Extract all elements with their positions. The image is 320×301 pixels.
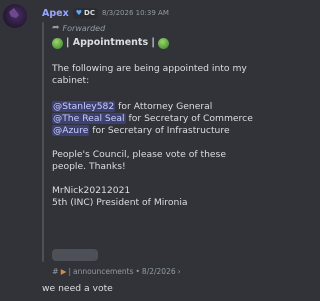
signature-title: 5th (INC) President of Mironia bbox=[52, 197, 188, 208]
forwarded-source[interactable]: # ▶ | announcements • 8/2/2026 › bbox=[52, 267, 181, 276]
user-avatar[interactable] bbox=[3, 4, 27, 28]
reply-message-text: we need a vote bbox=[42, 283, 113, 294]
heart-icon: ♥ bbox=[75, 9, 83, 17]
appointment-line: @The Real Seal for Secretary of Commerce bbox=[52, 113, 253, 125]
megaphone-icon: ▶ bbox=[60, 267, 67, 276]
signature: MrNick20212021 5th (INC) President of Mi… bbox=[52, 185, 250, 209]
forward-arrow-icon: ➦ bbox=[52, 23, 60, 33]
server-tag-label: DC bbox=[84, 9, 95, 17]
source-channel[interactable]: announcements bbox=[73, 267, 133, 276]
globe-icon bbox=[52, 37, 63, 49]
source-separator: | bbox=[68, 267, 72, 276]
hash-icon: # bbox=[52, 267, 59, 276]
appointment-line: @Stanley582 for Attorney General bbox=[52, 101, 250, 113]
mention-stanley582[interactable]: @Stanley582 bbox=[52, 101, 116, 112]
call-to-vote-text: People's Council, please vote of these p… bbox=[52, 149, 226, 172]
intro-text: The following are being appointed into m… bbox=[52, 63, 247, 86]
username[interactable]: Apex bbox=[42, 8, 69, 19]
mention-the-real-seal[interactable]: @The Real Seal bbox=[52, 113, 126, 124]
appointment-line: @Azure for Secretary of Infrastructure bbox=[52, 125, 250, 137]
forwarded-quote-bar bbox=[42, 22, 44, 262]
timestamp: 8/3/2026 10:39 AM bbox=[101, 9, 169, 17]
appointment-role: for Secretary of Infrastructure bbox=[89, 125, 230, 136]
globe-icon bbox=[157, 37, 169, 49]
appointment-role: for Secretary of Commerce bbox=[125, 113, 253, 124]
source-date: 8/2/2026 bbox=[141, 267, 176, 276]
mention-azure[interactable]: @Azure bbox=[52, 125, 90, 136]
appointments-list: @Stanley582 for Attorney General @The Re… bbox=[52, 101, 253, 137]
forwarded-message-content: | Appointments | The following are being… bbox=[52, 37, 253, 209]
forwarded-label: ➦ Forwarded bbox=[52, 23, 105, 33]
appointments-title: | Appointments | bbox=[52, 37, 250, 49]
chevron-right-icon: › bbox=[177, 267, 181, 276]
forwarded-text: Forwarded bbox=[62, 23, 106, 33]
server-tag[interactable]: ♥ DC bbox=[72, 7, 98, 19]
appointments-title-text: | Appointments | bbox=[66, 37, 155, 48]
signature-name: MrNick20212021 bbox=[52, 185, 131, 196]
source-dot: • bbox=[135, 267, 140, 276]
message-header: Apex ♥ DC 8/3/2026 10:39 AM bbox=[42, 6, 169, 20]
hidden-spoiler-chip[interactable] bbox=[52, 249, 98, 261]
appointment-role: for Attorney General bbox=[115, 101, 213, 112]
